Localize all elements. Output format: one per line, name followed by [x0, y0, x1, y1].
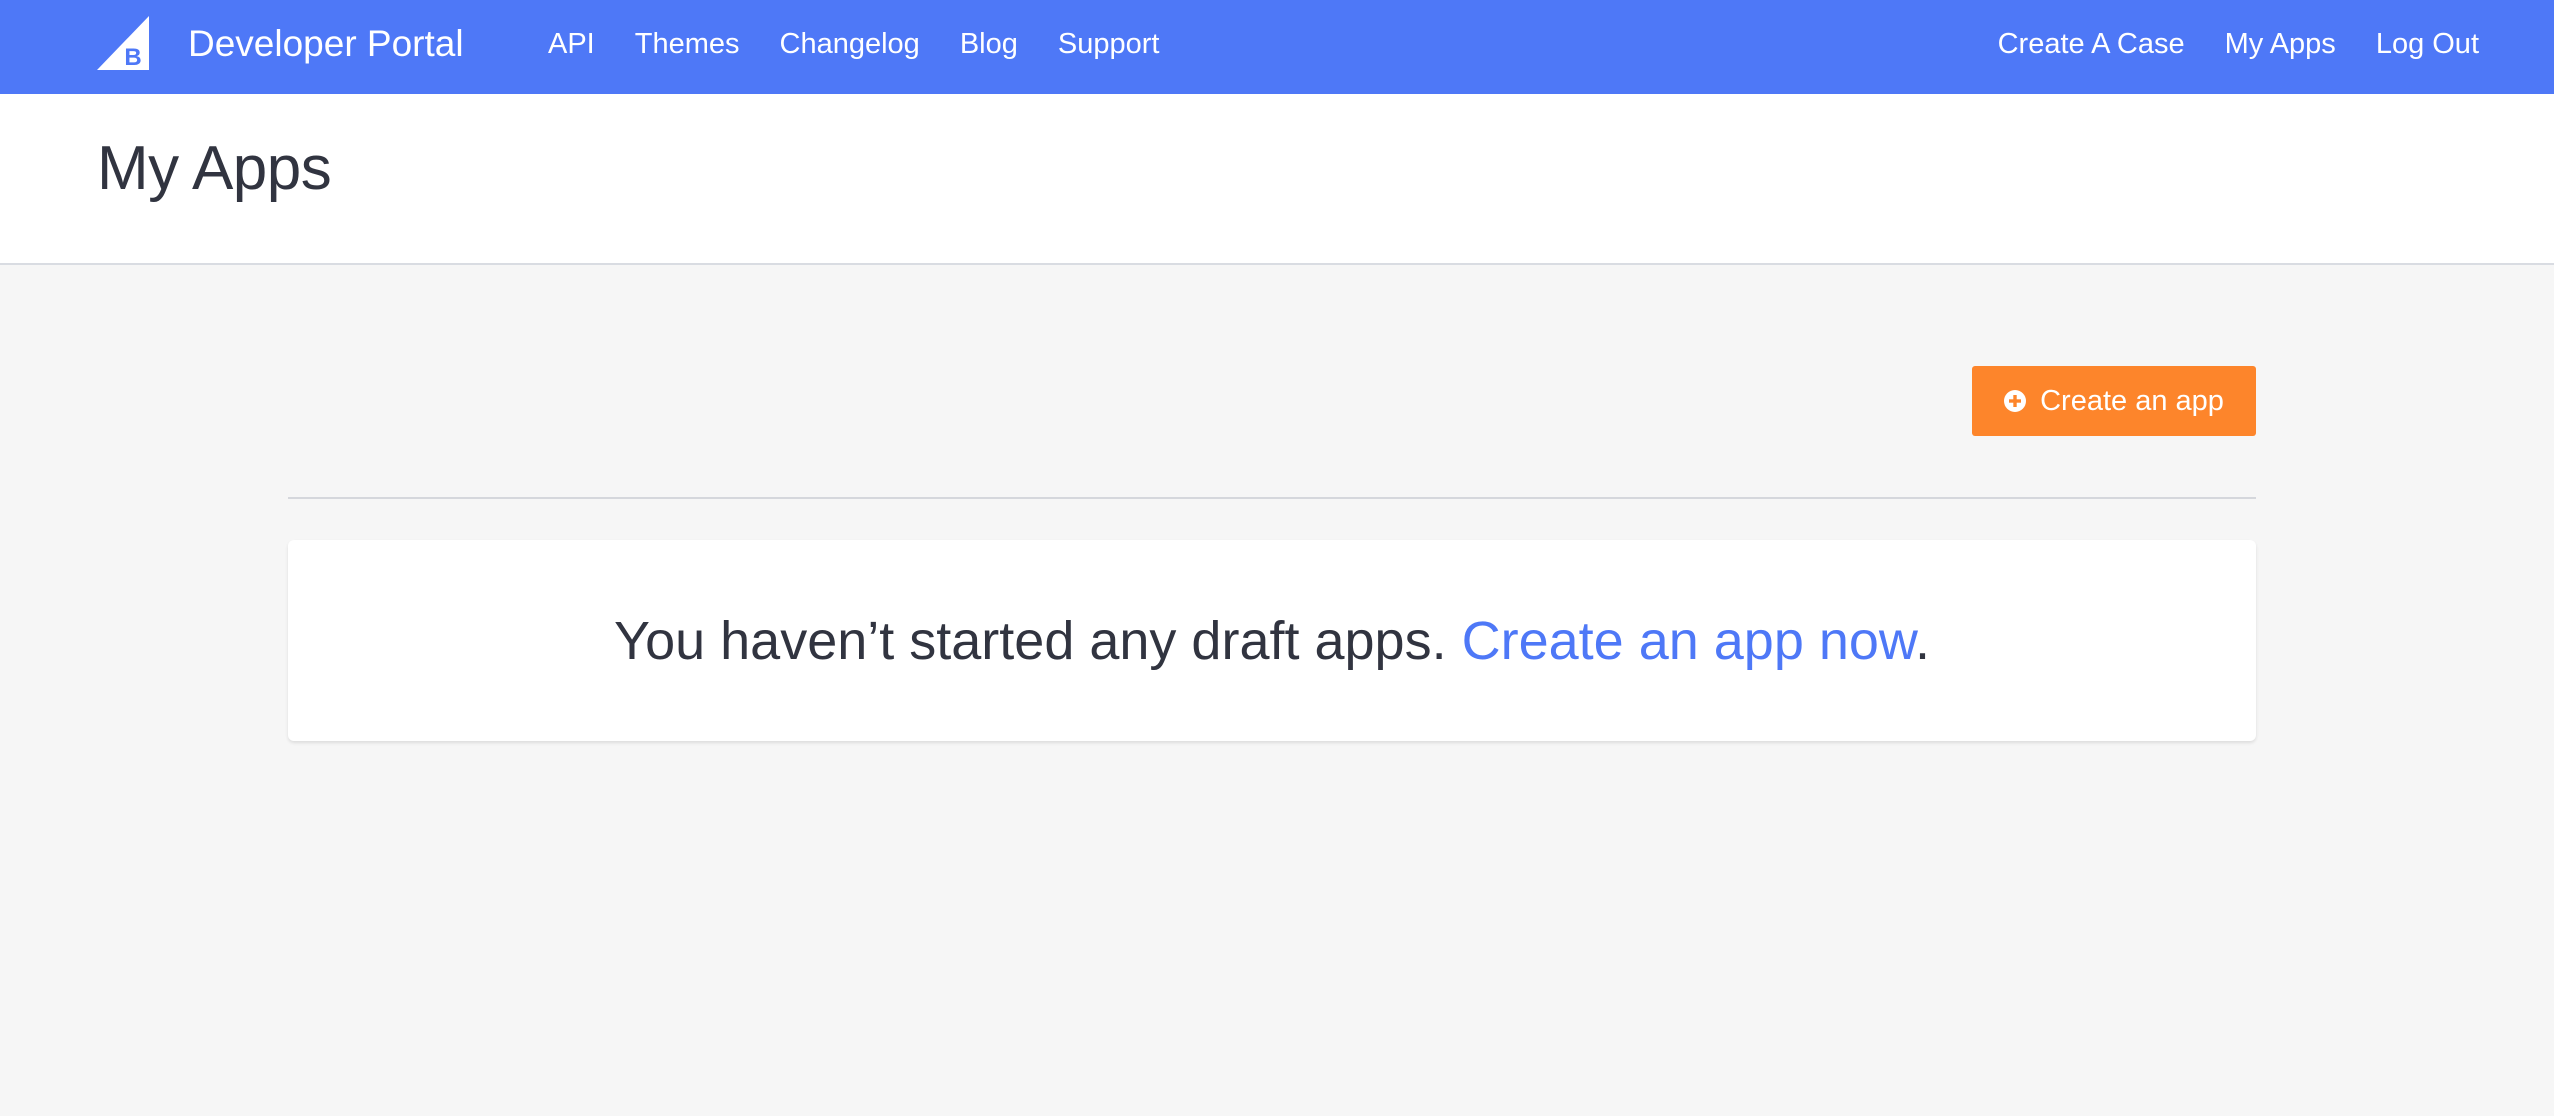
brand-title[interactable]: Developer Portal [188, 0, 464, 88]
create-app-button-label: Create an app [2040, 384, 2224, 417]
nav-item-themes[interactable]: Themes [635, 28, 740, 61]
plus-circle-icon [2004, 390, 2027, 412]
empty-state-card: You haven’t started any draft apps. Crea… [288, 540, 2256, 741]
nav-item-changelog[interactable]: Changelog [780, 28, 920, 61]
nav-item-api[interactable]: API [548, 28, 595, 61]
nav-item-create-a-case[interactable]: Create A Case [1998, 28, 2185, 61]
nav-item-log-out[interactable]: Log Out [2376, 28, 2479, 61]
section-divider [288, 497, 2256, 499]
nav-item-support[interactable]: Support [1058, 28, 1160, 61]
svg-text:B: B [124, 44, 141, 70]
page-header: My Apps [0, 94, 2554, 265]
primary-nav: API Themes Changelog Blog Support [548, 0, 1199, 88]
nav-item-my-apps[interactable]: My Apps [2225, 28, 2336, 61]
top-navigation-bar: B Developer Portal API Themes Changelog … [0, 0, 2554, 94]
empty-state-period: . [1914, 610, 1930, 671]
account-nav: Create A Case My Apps Log Out [1958, 0, 2479, 88]
create-app-button[interactable]: Create an app [1972, 366, 2256, 436]
empty-state-message: You haven’t started any draft apps. [614, 610, 1447, 671]
page-title: My Apps [97, 134, 332, 203]
empty-state-text: You haven’t started any draft apps. Crea… [614, 610, 1930, 672]
nav-item-blog[interactable]: Blog [960, 28, 1018, 61]
bigcommerce-logo-icon[interactable]: B [97, 16, 149, 70]
create-app-now-link[interactable]: Create an app now [1462, 611, 1915, 671]
